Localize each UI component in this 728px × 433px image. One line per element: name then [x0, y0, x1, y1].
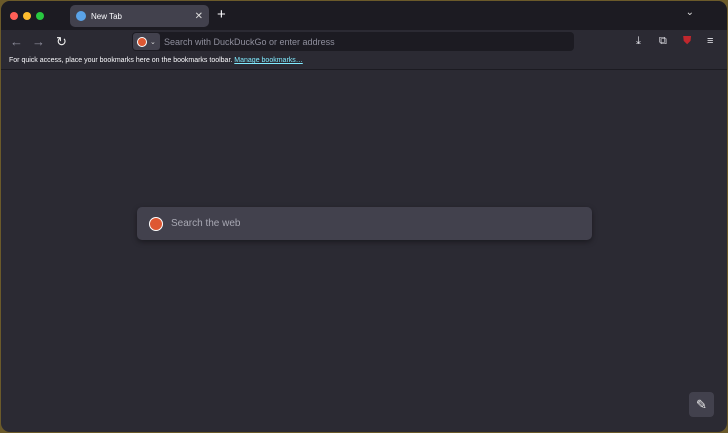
- duckduckgo-icon: [137, 36, 147, 47]
- navigation-toolbar: ← → ↻ ⌄ Search with DuckDuckGo or enter …: [1, 30, 727, 54]
- minimize-window-button[interactable]: [23, 12, 31, 20]
- browser-window: New Tab ✕ + ⌄ ← → ↻ ⌄ Search with DuckDu…: [1, 1, 727, 432]
- chevron-down-icon: ⌄: [150, 38, 156, 46]
- close-tab-icon[interactable]: ✕: [195, 11, 203, 22]
- address-bar[interactable]: ⌄ Search with DuckDuckGo or enter addres…: [132, 32, 574, 51]
- back-icon[interactable]: ←: [10, 34, 23, 49]
- maximize-window-button[interactable]: [36, 12, 44, 20]
- download-icon[interactable]: ⤓: [636, 35, 641, 48]
- duckduckgo-icon: [149, 216, 163, 231]
- forward-icon[interactable]: →: [32, 34, 45, 49]
- manage-bookmarks-link[interactable]: Manage bookmarks…: [234, 57, 302, 64]
- firefox-icon: [76, 11, 86, 21]
- web-search-input[interactable]: Search the web: [137, 207, 592, 240]
- bookmarks-toolbar: For quick access, place your bookmarks h…: [1, 54, 727, 70]
- close-window-button[interactable]: [10, 12, 18, 20]
- extensions-icon[interactable]: ⧉: [659, 35, 667, 48]
- address-placeholder: Search with DuckDuckGo or enter address: [164, 36, 335, 47]
- customize-pencil-icon[interactable]: ✎: [689, 392, 714, 417]
- title-bar: New Tab ✕ + ⌄: [1, 1, 727, 30]
- new-tab-button[interactable]: +: [217, 6, 226, 23]
- bookmarks-message: For quick access, place your bookmarks h…: [9, 57, 233, 64]
- search-engine-selector[interactable]: ⌄: [133, 33, 160, 50]
- list-tabs-chevron-icon[interactable]: ⌄: [686, 7, 694, 18]
- search-placeholder: Search the web: [171, 218, 241, 229]
- reload-icon[interactable]: ↻: [56, 34, 67, 50]
- menu-icon[interactable]: ≡: [707, 35, 713, 47]
- tab-new-tab[interactable]: New Tab ✕: [70, 5, 209, 27]
- tab-title: New Tab: [91, 11, 122, 21]
- ublock-shield-icon[interactable]: ⛊: [683, 35, 691, 48]
